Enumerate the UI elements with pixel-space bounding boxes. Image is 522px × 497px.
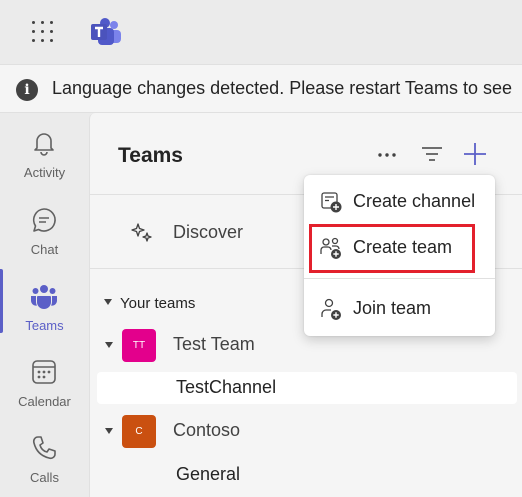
rail-item-activity[interactable]: Activity bbox=[0, 119, 89, 195]
rail-item-label: Calendar bbox=[18, 394, 71, 409]
create-channel-icon bbox=[319, 190, 343, 214]
join-team-icon bbox=[319, 297, 343, 321]
your-teams-header[interactable]: Your teams bbox=[104, 295, 195, 312]
channel-item-general[interactable]: General bbox=[97, 459, 517, 491]
title-bar bbox=[0, 0, 522, 64]
teams-icon bbox=[30, 282, 58, 310]
plus-icon bbox=[464, 143, 486, 165]
chat-icon bbox=[30, 206, 58, 234]
bell-icon bbox=[30, 129, 58, 157]
page-title: Teams bbox=[118, 144, 183, 167]
phone-icon bbox=[30, 434, 58, 462]
menu-item-join-team[interactable]: Join team bbox=[304, 289, 495, 329]
info-icon bbox=[16, 79, 38, 101]
section-label: Your teams bbox=[120, 295, 196, 312]
team-name: Contoso bbox=[173, 420, 241, 440]
teams-logo-icon bbox=[90, 17, 122, 47]
discover-item[interactable]: Discover bbox=[130, 218, 330, 246]
add-button[interactable] bbox=[460, 139, 490, 169]
channel-item-testchannel[interactable]: TestChannel bbox=[97, 372, 517, 404]
chevron-down-icon bbox=[105, 428, 113, 434]
rail-item-calendar[interactable]: Calendar bbox=[0, 348, 89, 424]
team-name: Test Team bbox=[173, 334, 255, 354]
chevron-down-icon bbox=[105, 342, 113, 348]
rail-item-label: Activity bbox=[23, 165, 66, 180]
channel-name: TestChannel bbox=[176, 377, 277, 397]
filter-icon bbox=[422, 147, 442, 161]
rail-item-label: Calls bbox=[30, 470, 59, 485]
team-avatar: C bbox=[122, 415, 156, 448]
sparkle-icon bbox=[130, 220, 154, 244]
menu-item-create-channel[interactable]: Create channel bbox=[304, 182, 495, 222]
more-icon bbox=[378, 153, 396, 157]
filter-button[interactable] bbox=[419, 141, 445, 167]
more-options-button[interactable] bbox=[374, 141, 400, 167]
menu-item-label: Join team bbox=[353, 298, 432, 318]
banner-text: Language changes detected. Please restar… bbox=[52, 78, 512, 98]
chevron-down-icon bbox=[104, 299, 112, 306]
rail-item-teams[interactable]: Teams bbox=[0, 272, 89, 348]
rail-item-label: Chat bbox=[30, 242, 59, 257]
team-avatar: TT bbox=[122, 329, 156, 362]
highlight-box bbox=[309, 224, 475, 273]
language-change-banner: Language changes detected. Please restar… bbox=[0, 64, 522, 113]
menu-item-label: Create channel bbox=[353, 191, 476, 211]
app-launcher-icon[interactable] bbox=[31, 20, 55, 44]
team-item-contoso[interactable]: C Contoso bbox=[90, 411, 522, 451]
rail-item-label: Teams bbox=[25, 318, 64, 333]
channel-name: General bbox=[176, 464, 241, 484]
rail-item-chat[interactable]: Chat bbox=[0, 196, 89, 272]
discover-label: Discover bbox=[173, 222, 244, 242]
rail-item-calls[interactable]: Calls bbox=[0, 424, 89, 497]
app-rail: Activity Chat Teams Calendar Calls bbox=[0, 113, 89, 497]
calendar-icon bbox=[30, 358, 58, 386]
divider bbox=[304, 278, 495, 279]
